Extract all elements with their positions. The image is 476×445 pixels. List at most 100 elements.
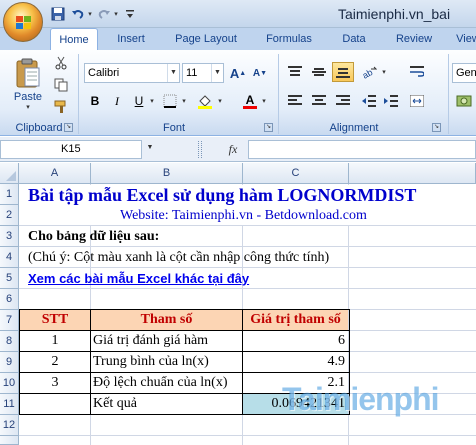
fill-color-icon[interactable]	[194, 92, 216, 110]
font-color-icon[interactable]: A	[240, 92, 260, 110]
header-param[interactable]: Tham số	[91, 310, 242, 330]
worksheet-grid[interactable]: A B C 1 2 3 4 5 6 7 8 9 10 11 12 Bài tập…	[0, 163, 476, 445]
examples-link[interactable]: Xem các bài mẫu Excel khác tại đây	[28, 269, 249, 289]
save-icon[interactable]	[50, 6, 66, 22]
font-launcher-icon[interactable]: ↘	[264, 123, 273, 132]
grow-font-icon[interactable]: A ▲	[228, 63, 248, 83]
formula-input[interactable]	[248, 140, 476, 159]
window-title: Taimienphi.vn_bai	[338, 6, 451, 22]
borders-dropdown-icon[interactable]: ▾	[180, 92, 188, 110]
wrap-text-icon[interactable]	[406, 62, 428, 82]
table-cell-stt[interactable]: 1	[20, 331, 90, 351]
row-header[interactable]: 7	[0, 310, 19, 331]
cut-icon[interactable]	[52, 54, 70, 72]
office-logo-icon	[16, 16, 31, 29]
ribbon: Paste ▾ Clipboard ↘ Calibri ▼ 11 ▼ A ▲ A ▼…	[0, 50, 476, 136]
row-header[interactable]	[0, 436, 19, 445]
undo-icon[interactable]	[70, 6, 86, 22]
row-header[interactable]: 4	[0, 247, 19, 268]
shrink-font-icon[interactable]: A ▼	[250, 63, 270, 83]
redo-icon[interactable]	[96, 6, 112, 22]
font-size-dropdown-icon[interactable]: ▼	[211, 64, 223, 82]
group-separator	[78, 54, 79, 134]
table-cell-param[interactable]: Độ lệch chuẩn của ln(x)	[93, 373, 228, 393]
table-cell-param[interactable]: Giá trị đánh giá hàm	[93, 331, 208, 351]
given-label[interactable]: Cho bảng dữ liệu sau:	[28, 227, 159, 247]
align-left-icon[interactable]	[284, 92, 306, 110]
row-header[interactable]: 11	[0, 394, 19, 415]
orientation-dropdown-icon[interactable]: ▾	[380, 62, 388, 82]
column-header-c[interactable]: C	[243, 163, 349, 184]
row-header[interactable]: 10	[0, 373, 19, 394]
name-box-dropdown-icon[interactable]: ▼	[144, 144, 156, 156]
tab-page-layout[interactable]: Page Layout	[166, 28, 246, 50]
font-size-value: 11	[186, 67, 198, 79]
paste-button[interactable]: Paste ▾	[8, 54, 48, 114]
format-painter-icon[interactable]	[52, 98, 70, 116]
table-cell-stt[interactable]: 3	[20, 373, 90, 393]
office-button[interactable]	[3, 2, 43, 42]
tab-formulas[interactable]: Formulas	[256, 28, 322, 50]
table-cell-value[interactable]: 4.9	[243, 352, 346, 372]
bottom-align-icon[interactable]	[332, 62, 354, 82]
underline-dropdown-icon[interactable]: ▾	[148, 92, 156, 110]
row-header[interactable]: 8	[0, 331, 19, 352]
column-header-a[interactable]: A	[19, 163, 91, 184]
tab-home[interactable]: Home	[50, 28, 98, 50]
row-header[interactable]: 5	[0, 268, 19, 289]
font-size-combo[interactable]: 11 ▼	[182, 63, 224, 83]
decrease-indent-icon[interactable]	[358, 92, 380, 110]
row-header[interactable]: 12	[0, 415, 19, 436]
currency-icon[interactable]	[454, 92, 474, 110]
tab-insert[interactable]: Insert	[108, 28, 154, 50]
font-name-dropdown-icon[interactable]: ▼	[167, 64, 179, 82]
paste-dropdown-icon: ▾	[26, 104, 30, 111]
table-cell-param[interactable]: Trung bình của ln(x)	[93, 352, 209, 372]
orientation-icon[interactable]: ab	[358, 62, 380, 82]
formula-bar-splitter[interactable]	[198, 141, 202, 158]
column-header-b[interactable]: B	[91, 163, 243, 184]
column-header-d[interactable]	[349, 163, 476, 184]
sheet-website[interactable]: Website: Taimienphi.vn - Betdownload.com	[120, 206, 367, 226]
font-color-dropdown-icon[interactable]: ▾	[260, 92, 268, 110]
number-format-combo[interactable]: Gen	[452, 63, 476, 83]
italic-button[interactable]: I	[108, 92, 126, 110]
fill-color-dropdown-icon[interactable]: ▾	[216, 92, 224, 110]
redo-dropdown-icon[interactable]: ▾	[112, 6, 120, 22]
clipboard-launcher-icon[interactable]: ↘	[64, 123, 73, 132]
select-all-corner[interactable]	[0, 163, 19, 184]
underline-button[interactable]: U	[130, 92, 148, 110]
tab-data[interactable]: Data	[334, 28, 374, 50]
name-box[interactable]: K15	[0, 140, 142, 159]
align-right-icon[interactable]	[332, 92, 354, 110]
tab-review[interactable]: Review	[388, 28, 440, 50]
bold-button[interactable]: B	[86, 92, 104, 110]
align-center-icon[interactable]	[308, 92, 330, 110]
table-cell-stt[interactable]: 2	[20, 352, 90, 372]
merge-center-icon[interactable]	[406, 92, 428, 110]
paste-icon	[16, 58, 40, 88]
table-cell-value[interactable]: 6	[243, 331, 345, 351]
middle-align-icon[interactable]	[308, 62, 330, 82]
title-bar: ▾ ▾ Taimienphi.vn_bai	[0, 0, 476, 28]
increase-indent-icon[interactable]	[380, 92, 402, 110]
insert-function-icon[interactable]: fx	[222, 140, 244, 159]
header-stt[interactable]: STT	[20, 310, 90, 330]
row-header[interactable]: 9	[0, 352, 19, 373]
copy-icon[interactable]	[52, 76, 70, 94]
row-header[interactable]: 1	[0, 184, 19, 205]
row-header[interactable]: 2	[0, 205, 19, 226]
borders-icon[interactable]	[160, 92, 180, 110]
customize-toolbar-icon[interactable]	[122, 6, 138, 22]
top-align-icon[interactable]	[284, 62, 306, 82]
tab-view[interactable]: View	[450, 28, 476, 50]
result-label[interactable]: Kết quả	[93, 394, 137, 414]
undo-dropdown-icon[interactable]: ▾	[86, 6, 94, 22]
header-value[interactable]: Giá trị tham số	[243, 310, 348, 330]
note-text[interactable]: (Chú ý: Cột màu xanh là cột cần nhập côn…	[28, 248, 329, 268]
row-header[interactable]: 6	[0, 289, 19, 310]
alignment-launcher-icon[interactable]: ↘	[432, 123, 441, 132]
sheet-title[interactable]: Bài tập mẫu Excel sử dụng hàm LOGNORMDIS…	[28, 185, 416, 205]
row-header[interactable]: 3	[0, 226, 19, 247]
font-name-combo[interactable]: Calibri ▼	[84, 63, 180, 83]
